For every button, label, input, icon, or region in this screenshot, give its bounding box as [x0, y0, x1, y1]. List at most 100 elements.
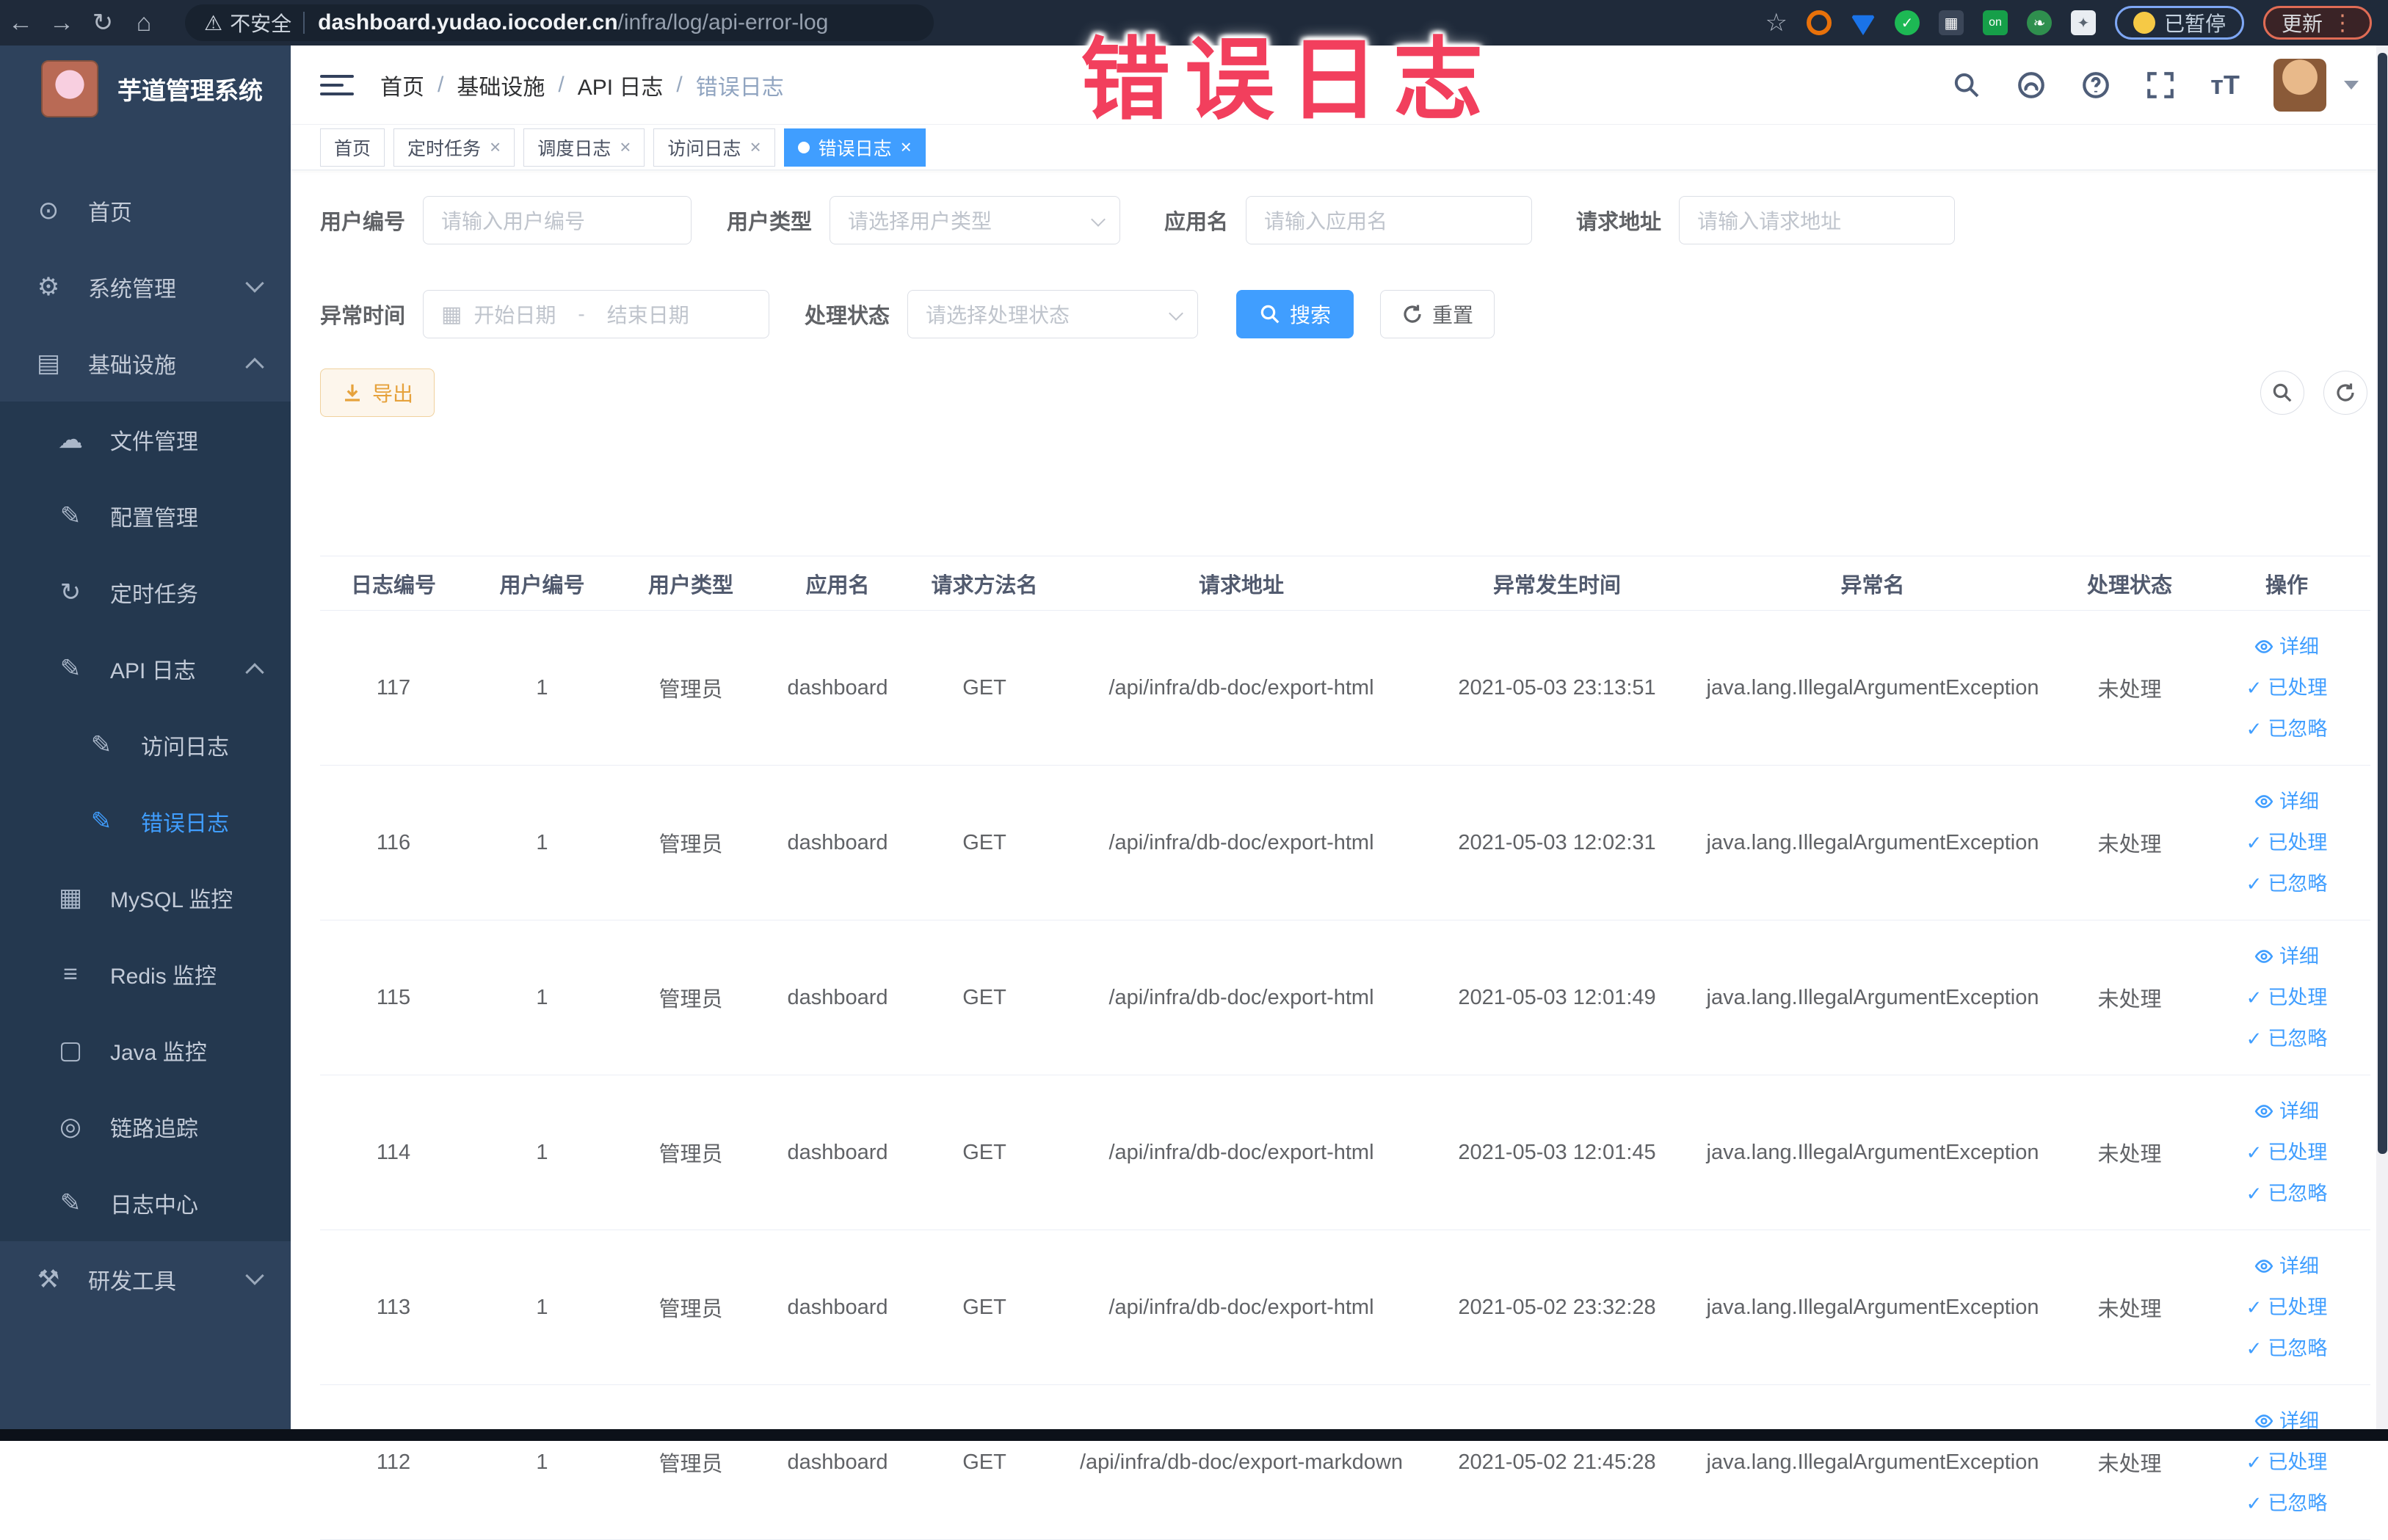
- sidebar-item-config-manage[interactable]: ✎ 配置管理: [0, 478, 291, 554]
- process-status-select[interactable]: 请选择处理状态: [907, 290, 1198, 338]
- sidebar-item-file-manage[interactable]: ☁ 文件管理: [0, 402, 291, 478]
- bookmark-star-icon[interactable]: ☆: [1765, 8, 1787, 37]
- detail-link[interactable]: 详细: [2203, 781, 2370, 822]
- url-path[interactable]: /infra/log/api-error-log: [618, 10, 829, 35]
- extension-icon[interactable]: ❧: [2027, 10, 2052, 35]
- toggle-search-button[interactable]: [2260, 371, 2304, 415]
- breadcrumb-api-log[interactable]: API 日志: [578, 69, 664, 101]
- url-domain[interactable]: dashboard.yudao.iocoder.cn: [318, 10, 617, 35]
- user-id-input[interactable]: 请输入用户编号: [423, 196, 692, 244]
- sidebar-item-error-log[interactable]: ✎ 错误日志: [0, 783, 291, 860]
- chrome-update-button[interactable]: 更新 ⋮: [2263, 6, 2372, 40]
- kebab-menu-icon[interactable]: ⋮: [2331, 10, 2353, 36]
- reload-icon[interactable]: ↻: [82, 8, 123, 37]
- processed-link[interactable]: ✓已处理: [2203, 1132, 2370, 1173]
- detail-link[interactable]: 详细: [2203, 1091, 2370, 1132]
- detail-link[interactable]: 详细: [2203, 1246, 2370, 1287]
- check-icon: ✓: [2246, 1018, 2262, 1059]
- ignored-link[interactable]: ✓已忽略: [2203, 708, 2370, 749]
- font-size-icon[interactable]: ᴛT: [2209, 69, 2241, 101]
- sidebar-item-dev-tools[interactable]: ⚒ 研发工具: [0, 1241, 291, 1318]
- database-icon: ▦: [56, 883, 85, 912]
- close-icon[interactable]: ×: [620, 136, 631, 159]
- processed-link[interactable]: ✓已处理: [2203, 1442, 2370, 1483]
- ignored-link[interactable]: ✓已忽略: [2203, 1483, 2370, 1524]
- screen-icon: ▢: [56, 1036, 85, 1065]
- processed-link[interactable]: ✓已处理: [2203, 822, 2370, 863]
- reset-button[interactable]: 重置: [1380, 290, 1495, 338]
- extension-icon[interactable]: [1851, 10, 1876, 35]
- scrollbar-thumb[interactable]: [2378, 53, 2387, 1154]
- date-range-picker[interactable]: ▦ 开始日期 - 结束日期: [423, 290, 769, 338]
- cloud-upload-icon: ☁: [56, 425, 85, 454]
- user-avatar[interactable]: [2273, 59, 2326, 112]
- help-icon[interactable]: [2080, 69, 2112, 101]
- sidebar-item-infra[interactable]: ▤ 基础设施: [0, 325, 291, 402]
- search-button[interactable]: 搜索: [1236, 290, 1354, 338]
- sidebar-item-label: Redis 监控: [110, 958, 217, 990]
- sidebar-item-trace[interactable]: ◎ 链路追踪: [0, 1089, 291, 1165]
- chevron-down-icon: [1091, 212, 1106, 227]
- close-icon[interactable]: ×: [750, 136, 761, 159]
- detail-link[interactable]: 详细: [2203, 626, 2370, 667]
- cell-status: 未处理: [2056, 920, 2203, 1075]
- check-icon: ✓: [2246, 1442, 2262, 1483]
- extension-icon[interactable]: ✓: [1895, 10, 1920, 35]
- ignored-link[interactable]: ✓已忽略: [2203, 1173, 2370, 1214]
- profile-paused-badge[interactable]: 已暂停: [2115, 6, 2244, 40]
- sidebar-item-java-monitor[interactable]: ▢ Java 监控: [0, 1012, 291, 1089]
- refresh-button[interactable]: [2323, 371, 2367, 415]
- tag-schedule-log[interactable]: 调度日志 ×: [523, 128, 645, 167]
- hamburger-icon[interactable]: [320, 69, 354, 101]
- sidebar-item-system[interactable]: ⚙ 系统管理: [0, 249, 291, 325]
- ignored-link[interactable]: ✓已忽略: [2203, 1328, 2370, 1369]
- security-label[interactable]: 不安全: [230, 8, 291, 37]
- ignored-link[interactable]: ✓已忽略: [2203, 863, 2370, 904]
- sidebar-logo-row[interactable]: 芋道管理系统: [0, 46, 291, 132]
- github-icon[interactable]: [2015, 69, 2047, 101]
- extension-icon[interactable]: [1807, 10, 1832, 35]
- close-icon[interactable]: ×: [490, 136, 501, 159]
- detail-link[interactable]: 详细: [2203, 936, 2370, 977]
- back-icon[interactable]: ←: [0, 9, 41, 37]
- processed-link[interactable]: ✓已处理: [2203, 667, 2370, 708]
- user-type-select[interactable]: 请选择用户类型: [830, 196, 1120, 244]
- processed-link[interactable]: ✓已处理: [2203, 1287, 2370, 1328]
- tag-access-log[interactable]: 访问日志 ×: [653, 128, 774, 167]
- request-url-input[interactable]: 请输入请求地址: [1679, 196, 1955, 244]
- export-button[interactable]: 导出: [320, 368, 435, 417]
- sidebar-item-api-log[interactable]: ✎ API 日志: [0, 631, 291, 707]
- app-name-input[interactable]: 请输入应用名: [1246, 196, 1532, 244]
- sidebar-item-access-log[interactable]: ✎ 访问日志: [0, 707, 291, 783]
- breadcrumb-home[interactable]: 首页: [380, 69, 424, 101]
- ignored-link[interactable]: ✓已忽略: [2203, 1018, 2370, 1059]
- fullscreen-icon[interactable]: [2144, 69, 2177, 101]
- table-row: 112 1 管理员 dashboard GET /api/infra/db-do…: [320, 1385, 2370, 1540]
- timer-icon: ↻: [56, 578, 85, 607]
- extension-icon[interactable]: on: [1983, 10, 2008, 35]
- caret-down-icon[interactable]: [2344, 81, 2359, 90]
- log-edit-icon: ✎: [87, 807, 116, 836]
- close-icon[interactable]: ×: [901, 136, 912, 159]
- sidebar-item-scheduled-task[interactable]: ↻ 定时任务: [0, 554, 291, 631]
- processed-link[interactable]: ✓已处理: [2203, 977, 2370, 1018]
- col-method: 请求方法名: [911, 556, 1058, 611]
- forward-icon[interactable]: →: [41, 9, 82, 37]
- home-icon[interactable]: ⌂: [123, 9, 164, 37]
- breadcrumb-infra[interactable]: 基础设施: [457, 69, 545, 101]
- cell-user-type: 管理员: [617, 611, 764, 766]
- search-icon[interactable]: [1950, 69, 1983, 101]
- tag-error-log[interactable]: 错误日志 ×: [784, 128, 926, 167]
- app-name-label: 应用名: [1164, 205, 1228, 236]
- tag-home[interactable]: 首页: [320, 128, 385, 167]
- check-icon: ✓: [2246, 977, 2262, 1018]
- sidebar-item-log-center[interactable]: ✎ 日志中心: [0, 1165, 291, 1241]
- sidebar-item-mysql-monitor[interactable]: ▦ MySQL 监控: [0, 860, 291, 936]
- tag-scheduled-task[interactable]: 定时任务 ×: [393, 128, 515, 167]
- address-bar[interactable]: ⚠ 不安全 dashboard.yudao.iocoder.cn /infra/…: [185, 4, 934, 41]
- extension-icon[interactable]: ✦: [2071, 10, 2096, 35]
- extension-icon[interactable]: ▦: [1939, 10, 1964, 35]
- sidebar-item-home[interactable]: ⊙ 首页: [0, 172, 291, 249]
- scrollbar-track[interactable]: [2376, 46, 2388, 1429]
- sidebar-item-redis-monitor[interactable]: ≡ Redis 监控: [0, 936, 291, 1012]
